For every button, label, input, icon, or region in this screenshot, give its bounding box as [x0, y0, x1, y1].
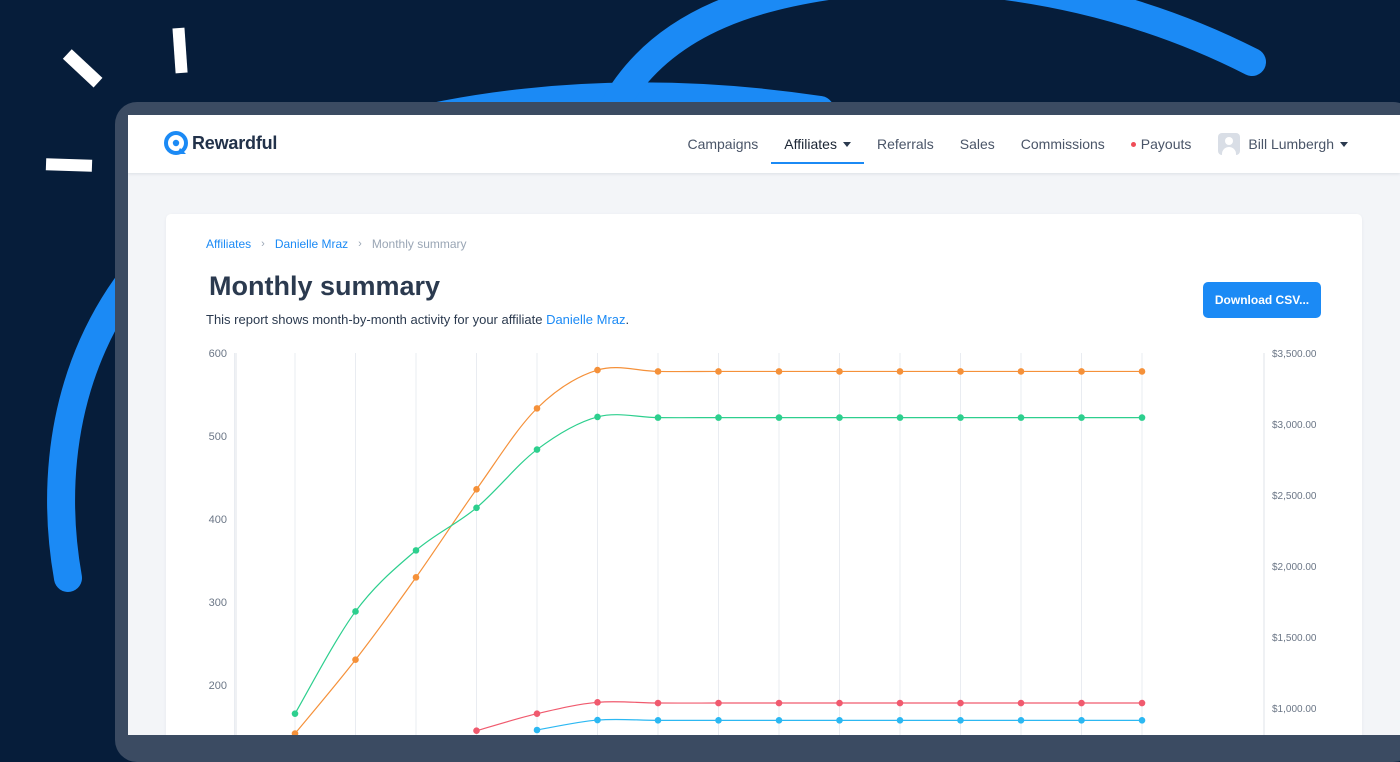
- series-3-point: [594, 716, 601, 724]
- series-0-point: [715, 368, 722, 375]
- nav-commissions[interactable]: Commissions: [1008, 115, 1118, 173]
- series-3-point: [836, 717, 843, 724]
- series-1-point: [1017, 414, 1025, 421]
- series-2-point: [1138, 699, 1146, 707]
- avatar: [1218, 133, 1241, 155]
- nav-affiliates-label: Affiliates: [784, 136, 837, 152]
- series-1-point: [352, 608, 359, 615]
- series-2-point: [533, 710, 541, 717]
- series-3-point: [1017, 717, 1025, 724]
- series-0-point: [594, 366, 601, 374]
- series-line-2: [476, 701, 1142, 732]
- nav-sales[interactable]: Sales: [947, 115, 1008, 173]
- series-1-point: [473, 504, 480, 512]
- main-nav: Campaigns Affiliates Referrals Sales Com…: [674, 115, 1400, 173]
- left-axis-tick-label: 200: [209, 680, 227, 692]
- right-axis-tick-label: $2,500.00: [1272, 491, 1317, 502]
- top-navbar: Rewardful Campaigns Affiliates Referrals…: [128, 115, 1400, 173]
- series-3-point: [1078, 717, 1085, 724]
- nav-referrals[interactable]: Referrals: [864, 115, 947, 173]
- chevron-down-icon: [842, 141, 851, 147]
- series-3-point: [896, 717, 904, 724]
- user-menu[interactable]: Bill Lumbergh: [1204, 115, 1400, 173]
- series-1-point: [896, 414, 904, 421]
- user-name: Bill Lumbergh: [1248, 136, 1334, 152]
- brand-logo[interactable]: Rewardful: [164, 131, 277, 155]
- right-axis-tick-label: $1,000.00: [1272, 704, 1317, 715]
- series-1-point: [1078, 414, 1085, 421]
- left-axis-tick-label: 400: [209, 514, 227, 526]
- series-0-point: [654, 368, 662, 375]
- nav-referrals-label: Referrals: [876, 136, 934, 152]
- nav-payouts-label: Payouts: [1140, 136, 1192, 152]
- series-3-point: [957, 717, 964, 724]
- right-axis-tick-label: $1,500.00: [1272, 633, 1317, 644]
- series-3-point: [1138, 717, 1146, 724]
- series-2-point: [654, 699, 662, 707]
- left-axis-tick-label: 300: [209, 597, 227, 609]
- rewardful-logo-icon: [164, 131, 188, 155]
- series-2-point: [1078, 699, 1085, 707]
- nav-sales-label: Sales: [959, 136, 995, 152]
- series-2-point: [473, 727, 480, 735]
- series-0-point: [775, 368, 783, 375]
- series-0-point: [412, 574, 420, 581]
- nav-commissions-label: Commissions: [1020, 136, 1105, 152]
- series-1-point: [654, 414, 662, 421]
- series-0-point: [352, 656, 359, 664]
- chevron-down-icon: [1340, 141, 1348, 147]
- right-axis-tick-label: $3,500.00: [1272, 349, 1317, 360]
- brand-name: Rewardful: [192, 132, 278, 153]
- notification-dot-icon: [1130, 141, 1136, 147]
- nav-campaigns-label: Campaigns: [687, 136, 759, 152]
- series-3-point: [715, 717, 722, 724]
- series-3-point: [654, 717, 662, 724]
- nav-campaigns[interactable]: Campaigns: [674, 115, 771, 173]
- app-window: Rewardful Campaigns Affiliates Referrals…: [128, 115, 1400, 735]
- right-axis-tick-label: $3,000.00: [1272, 420, 1317, 431]
- series-2-point: [1017, 699, 1025, 707]
- monthly-summary-chart: 600 500 400 300 200 $3,500.00 $3,000.00 $2,500.…: [209, 348, 1317, 735]
- series-2-point: [836, 699, 843, 707]
- series-1-point: [412, 547, 420, 554]
- series-1-point: [291, 710, 299, 717]
- left-axis-tick-label: 600: [209, 348, 227, 360]
- series-1-point: [715, 414, 722, 421]
- series-2-point: [957, 699, 964, 707]
- right-axis-tick-label: $2,000.00: [1272, 562, 1317, 573]
- series-0-point: [896, 368, 904, 375]
- nav-payouts[interactable]: Payouts: [1118, 115, 1205, 173]
- series-0-point: [473, 486, 480, 493]
- series-0-point: [1138, 368, 1146, 375]
- series-1-point: [533, 446, 541, 453]
- series-0-point: [1078, 368, 1085, 375]
- left-axis-tick-label: 500: [209, 431, 227, 443]
- series-1-point: [594, 413, 601, 421]
- series-2-point: [715, 699, 722, 707]
- series-1-point: [836, 414, 843, 421]
- series-2-point: [775, 699, 783, 707]
- series-1-point: [1138, 414, 1146, 421]
- nav-affiliates[interactable]: Affiliates: [771, 115, 864, 173]
- series-0-point: [836, 368, 843, 375]
- series-0-point: [957, 368, 964, 375]
- series-1-point: [775, 414, 783, 421]
- series-1-point: [957, 414, 964, 421]
- report-card: Affiliates › Danielle Mraz › Monthly sum…: [166, 214, 1362, 735]
- series-3-point: [775, 717, 783, 724]
- series-3-point: [533, 726, 541, 734]
- series-2-point: [594, 699, 601, 706]
- series-2-point: [896, 699, 904, 707]
- series-0-point: [533, 405, 541, 412]
- series-0-point: [1017, 368, 1025, 375]
